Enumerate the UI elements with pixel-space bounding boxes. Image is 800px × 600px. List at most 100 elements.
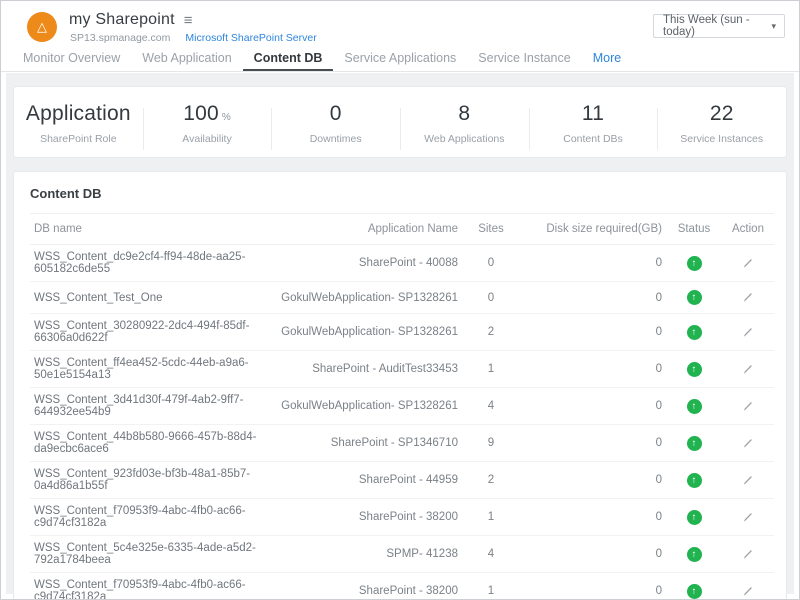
stat-value: 0 — [330, 102, 342, 125]
sites-cell: 4 — [462, 536, 520, 573]
action-cell — [722, 425, 774, 462]
status-up-icon: ↑ — [687, 547, 702, 562]
db-name-cell: WSS_Content_ff4ea452-5cdc-44eb-a9a6-50e1… — [30, 351, 266, 388]
application-name-cell: SharePoint - 44959 — [266, 462, 462, 499]
application-name-cell: SharePoint - 38200 — [266, 499, 462, 536]
sites-cell: 1 — [462, 351, 520, 388]
monitor-host: SP13.spmanage.com — [70, 32, 170, 44]
db-name-cell: WSS_Content_Test_One — [30, 282, 266, 314]
action-cell — [722, 462, 774, 499]
stat-label: Downtimes — [271, 133, 400, 145]
edit-action-button[interactable] — [739, 508, 757, 526]
status-cell: ↑ — [666, 425, 722, 462]
table-row: WSS_Content_f70953f9-4abc-4fb0-ac66-c9d7… — [30, 573, 774, 600]
tab-more[interactable]: More — [582, 49, 632, 71]
status-cell: ↑ — [666, 573, 722, 600]
edit-action-button[interactable] — [739, 254, 757, 272]
edit-action-button[interactable] — [739, 323, 757, 341]
status-up-icon: ↑ — [687, 362, 702, 377]
stat-availability: 100%Availability — [143, 100, 272, 145]
pencil-icon — [741, 401, 755, 416]
edit-action-button[interactable] — [739, 288, 757, 306]
stat-sharepoint-role: ApplicationSharePoint Role — [14, 100, 143, 145]
disk-size-cell: 0 — [520, 388, 666, 425]
table-row: WSS_Content_30280922-2dc4-494f-85df-6630… — [30, 314, 774, 351]
application-name-cell: GokulWebApplication- SP1328261 — [266, 282, 462, 314]
tab-monitor-overview[interactable]: Monitor Overview — [12, 49, 131, 71]
stat-label: Web Applications — [400, 133, 529, 145]
db-name-cell: WSS_Content_30280922-2dc4-494f-85df-6630… — [30, 314, 266, 351]
stat-web-applications: 8Web Applications — [400, 100, 529, 145]
pencil-icon — [741, 327, 755, 342]
action-cell — [722, 499, 774, 536]
db-name-cell: WSS_Content_f70953f9-4abc-4fb0-ac66-c9d7… — [30, 499, 266, 536]
sites-cell: 2 — [462, 314, 520, 351]
app-window: △ my Sharepoint ≡ SP13.spmanage.com Micr… — [0, 0, 800, 600]
table-header-row: DB nameApplication NameSitesDisk size re… — [30, 214, 774, 245]
tab-service-instance[interactable]: Service Instance — [467, 49, 581, 71]
action-cell — [722, 573, 774, 600]
application-name-cell: SharePoint - 38200 — [266, 573, 462, 600]
disk-size-cell: 0 — [520, 499, 666, 536]
column-header-sites: Sites — [462, 214, 520, 245]
pencil-icon — [741, 549, 755, 564]
application-name-cell: SharePoint - AuditTest33453 — [266, 351, 462, 388]
disk-size-cell: 0 — [520, 462, 666, 499]
action-cell — [722, 351, 774, 388]
action-cell — [722, 388, 774, 425]
stat-unit: % — [222, 112, 231, 123]
edit-action-button[interactable] — [739, 582, 757, 600]
tab-web-application[interactable]: Web Application — [131, 49, 242, 71]
sites-cell: 0 — [462, 282, 520, 314]
disk-size-cell: 0 — [520, 425, 666, 462]
status-cell: ↑ — [666, 536, 722, 573]
db-name-cell: WSS_Content_5c4e325e-6335-4ade-a5d2-792a… — [30, 536, 266, 573]
application-name-cell: GokulWebApplication- SP1328261 — [266, 314, 462, 351]
pencil-icon — [741, 292, 755, 307]
table-row: WSS_Content_44b8b580-9666-457b-88d4-da9e… — [30, 425, 774, 462]
edit-action-button[interactable] — [739, 434, 757, 452]
table-row: WSS_Content_Test_OneGokulWebApplication-… — [30, 282, 774, 314]
edit-action-button[interactable] — [739, 397, 757, 415]
time-period-select[interactable]: This Week (sun - today) ▾ — [653, 14, 785, 38]
table-body: WSS_Content_dc9e2cf4-ff94-48de-aa25-6051… — [30, 245, 774, 600]
stat-label: Content DBs — [529, 133, 658, 145]
stat-label: SharePoint Role — [14, 133, 143, 145]
table-row: WSS_Content_f70953f9-4abc-4fb0-ac66-c9d7… — [30, 499, 774, 536]
db-name-cell: WSS_Content_f70953f9-4abc-4fb0-ac66-c9d7… — [30, 573, 266, 600]
stat-label: Availability — [143, 133, 272, 145]
monitor-type-link[interactable]: Microsoft SharePoint Server — [185, 32, 316, 44]
edit-action-button[interactable] — [739, 471, 757, 489]
status-up-icon: ↑ — [687, 436, 702, 451]
column-header-application-name: Application Name — [266, 214, 462, 245]
application-name-cell: GokulWebApplication- SP1328261 — [266, 388, 462, 425]
tab-content-db[interactable]: Content DB — [243, 49, 334, 71]
edit-action-button[interactable] — [739, 360, 757, 378]
stat-content-dbs: 11Content DBs — [529, 100, 658, 145]
hamburger-menu-icon[interactable]: ≡ — [184, 12, 193, 29]
sites-cell: 1 — [462, 499, 520, 536]
db-name-cell: WSS_Content_dc9e2cf4-ff94-48de-aa25-6051… — [30, 245, 266, 282]
pencil-icon — [741, 475, 755, 490]
disk-size-cell: 0 — [520, 314, 666, 351]
db-name-cell: WSS_Content_923fd03e-bf3b-48a1-85b7-0a4d… — [30, 462, 266, 499]
content-db-table: DB nameApplication NameSitesDisk size re… — [30, 213, 774, 600]
status-cell: ↑ — [666, 245, 722, 282]
stat-label: Service Instances — [657, 133, 786, 145]
monitor-header: △ my Sharepoint ≡ SP13.spmanage.com Micr… — [1, 1, 799, 49]
edit-action-button[interactable] — [739, 545, 757, 563]
tab-service-applications[interactable]: Service Applications — [333, 49, 467, 71]
table-row: WSS_Content_ff4ea452-5cdc-44eb-a9a6-50e1… — [30, 351, 774, 388]
stat-downtimes: 0 Downtimes — [271, 100, 400, 145]
action-cell — [722, 314, 774, 351]
sites-cell: 2 — [462, 462, 520, 499]
application-name-cell: SharePoint - SP1346710 — [266, 425, 462, 462]
status-cell: ↑ — [666, 282, 722, 314]
action-cell — [722, 536, 774, 573]
disk-size-cell: 0 — [520, 245, 666, 282]
db-name-cell: WSS_Content_3d41d30f-479f-4ab2-9ff7-6449… — [30, 388, 266, 425]
monitor-name: my Sharepoint — [69, 11, 175, 29]
pencil-icon — [741, 438, 755, 453]
column-header-disk-size-required-gb: Disk size required(GB) — [520, 214, 666, 245]
stat-service-instances: 22Service Instances — [657, 100, 786, 145]
